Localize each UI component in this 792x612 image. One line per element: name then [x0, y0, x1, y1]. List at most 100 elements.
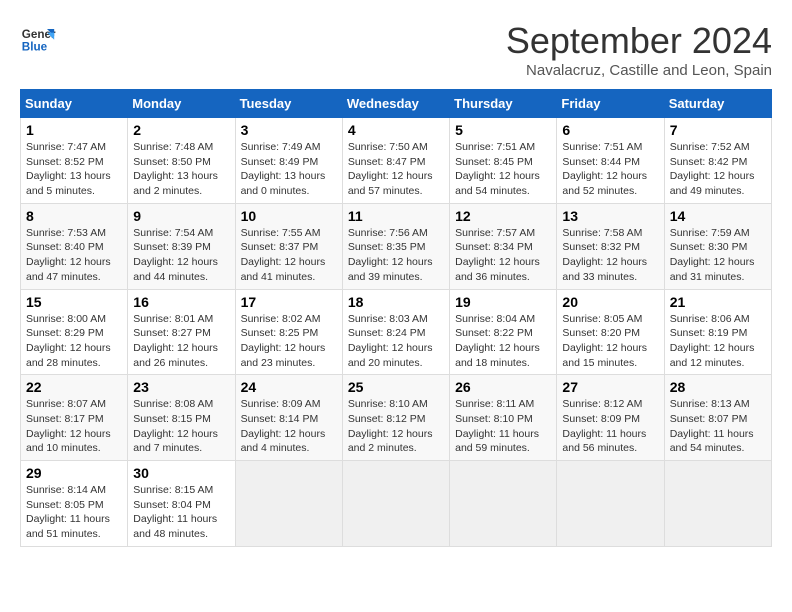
day-number: 5	[455, 122, 551, 138]
calendar-cell: 3 Sunrise: 7:49 AMSunset: 8:49 PMDayligh…	[235, 118, 342, 204]
header-cell-saturday: Saturday	[664, 90, 771, 118]
day-number: 26	[455, 379, 551, 395]
header: General Blue September 2024 Navalacruz, …	[20, 20, 772, 79]
calendar-cell	[450, 461, 557, 547]
day-number: 18	[348, 294, 444, 310]
header-cell-tuesday: Tuesday	[235, 90, 342, 118]
day-info: Sunrise: 7:48 AMSunset: 8:50 PMDaylight:…	[133, 141, 218, 197]
day-number: 1	[26, 122, 122, 138]
header-row: SundayMondayTuesdayWednesdayThursdayFrid…	[21, 90, 772, 118]
day-number: 21	[670, 294, 766, 310]
calendar-cell: 29 Sunrise: 8:14 AMSunset: 8:05 PMDaylig…	[21, 461, 128, 547]
calendar-cell: 2 Sunrise: 7:48 AMSunset: 8:50 PMDayligh…	[128, 118, 235, 204]
title-block: September 2024 Navalacruz, Castille and …	[506, 20, 772, 79]
subtitle: Navalacruz, Castille and Leon, Spain	[506, 62, 772, 79]
day-info: Sunrise: 8:11 AMSunset: 8:10 PMDaylight:…	[455, 398, 539, 454]
day-info: Sunrise: 7:56 AMSunset: 8:35 PMDaylight:…	[348, 227, 433, 283]
logo: General Blue	[20, 20, 56, 56]
day-number: 12	[455, 208, 551, 224]
calendar-week-4: 22 Sunrise: 8:07 AMSunset: 8:17 PMDaylig…	[21, 375, 772, 461]
day-info: Sunrise: 7:47 AMSunset: 8:52 PMDaylight:…	[26, 141, 111, 197]
calendar-week-5: 29 Sunrise: 8:14 AMSunset: 8:05 PMDaylig…	[21, 461, 772, 547]
day-number: 7	[670, 122, 766, 138]
calendar-cell: 1 Sunrise: 7:47 AMSunset: 8:52 PMDayligh…	[21, 118, 128, 204]
calendar-week-2: 8 Sunrise: 7:53 AMSunset: 8:40 PMDayligh…	[21, 203, 772, 289]
calendar-cell	[664, 461, 771, 547]
calendar-cell: 24 Sunrise: 8:09 AMSunset: 8:14 PMDaylig…	[235, 375, 342, 461]
calendar-cell: 6 Sunrise: 7:51 AMSunset: 8:44 PMDayligh…	[557, 118, 664, 204]
calendar-cell: 14 Sunrise: 7:59 AMSunset: 8:30 PMDaylig…	[664, 203, 771, 289]
day-number: 6	[562, 122, 658, 138]
day-info: Sunrise: 7:50 AMSunset: 8:47 PMDaylight:…	[348, 141, 433, 197]
calendar-cell: 15 Sunrise: 8:00 AMSunset: 8:29 PMDaylig…	[21, 289, 128, 375]
day-number: 23	[133, 379, 229, 395]
calendar-cell: 25 Sunrise: 8:10 AMSunset: 8:12 PMDaylig…	[342, 375, 449, 461]
day-info: Sunrise: 8:00 AMSunset: 8:29 PMDaylight:…	[26, 313, 111, 369]
header-cell-wednesday: Wednesday	[342, 90, 449, 118]
day-info: Sunrise: 8:06 AMSunset: 8:19 PMDaylight:…	[670, 313, 755, 369]
day-number: 29	[26, 465, 122, 481]
calendar-cell: 7 Sunrise: 7:52 AMSunset: 8:42 PMDayligh…	[664, 118, 771, 204]
calendar-cell: 18 Sunrise: 8:03 AMSunset: 8:24 PMDaylig…	[342, 289, 449, 375]
day-number: 4	[348, 122, 444, 138]
day-info: Sunrise: 8:14 AMSunset: 8:05 PMDaylight:…	[26, 484, 110, 540]
calendar-cell: 4 Sunrise: 7:50 AMSunset: 8:47 PMDayligh…	[342, 118, 449, 204]
day-info: Sunrise: 8:01 AMSunset: 8:27 PMDaylight:…	[133, 313, 218, 369]
day-number: 3	[241, 122, 337, 138]
day-info: Sunrise: 7:59 AMSunset: 8:30 PMDaylight:…	[670, 227, 755, 283]
calendar-cell: 22 Sunrise: 8:07 AMSunset: 8:17 PMDaylig…	[21, 375, 128, 461]
day-info: Sunrise: 7:55 AMSunset: 8:37 PMDaylight:…	[241, 227, 326, 283]
day-info: Sunrise: 8:08 AMSunset: 8:15 PMDaylight:…	[133, 398, 218, 454]
day-info: Sunrise: 7:58 AMSunset: 8:32 PMDaylight:…	[562, 227, 647, 283]
day-number: 14	[670, 208, 766, 224]
day-info: Sunrise: 7:57 AMSunset: 8:34 PMDaylight:…	[455, 227, 540, 283]
calendar-cell: 28 Sunrise: 8:13 AMSunset: 8:07 PMDaylig…	[664, 375, 771, 461]
day-info: Sunrise: 8:04 AMSunset: 8:22 PMDaylight:…	[455, 313, 540, 369]
day-number: 17	[241, 294, 337, 310]
calendar-cell: 27 Sunrise: 8:12 AMSunset: 8:09 PMDaylig…	[557, 375, 664, 461]
calendar-cell	[235, 461, 342, 547]
svg-text:Blue: Blue	[22, 41, 48, 54]
day-info: Sunrise: 8:02 AMSunset: 8:25 PMDaylight:…	[241, 313, 326, 369]
day-number: 8	[26, 208, 122, 224]
day-number: 25	[348, 379, 444, 395]
day-info: Sunrise: 8:12 AMSunset: 8:09 PMDaylight:…	[562, 398, 646, 454]
day-number: 24	[241, 379, 337, 395]
calendar-cell: 9 Sunrise: 7:54 AMSunset: 8:39 PMDayligh…	[128, 203, 235, 289]
calendar-cell: 26 Sunrise: 8:11 AMSunset: 8:10 PMDaylig…	[450, 375, 557, 461]
day-number: 13	[562, 208, 658, 224]
day-info: Sunrise: 8:03 AMSunset: 8:24 PMDaylight:…	[348, 313, 433, 369]
day-info: Sunrise: 8:07 AMSunset: 8:17 PMDaylight:…	[26, 398, 111, 454]
calendar-cell: 5 Sunrise: 7:51 AMSunset: 8:45 PMDayligh…	[450, 118, 557, 204]
calendar-cell: 19 Sunrise: 8:04 AMSunset: 8:22 PMDaylig…	[450, 289, 557, 375]
calendar-cell: 17 Sunrise: 8:02 AMSunset: 8:25 PMDaylig…	[235, 289, 342, 375]
header-cell-sunday: Sunday	[21, 90, 128, 118]
logo-icon: General Blue	[20, 20, 56, 56]
calendar-cell: 11 Sunrise: 7:56 AMSunset: 8:35 PMDaylig…	[342, 203, 449, 289]
calendar-cell: 13 Sunrise: 7:58 AMSunset: 8:32 PMDaylig…	[557, 203, 664, 289]
day-info: Sunrise: 7:49 AMSunset: 8:49 PMDaylight:…	[241, 141, 326, 197]
day-number: 16	[133, 294, 229, 310]
day-number: 27	[562, 379, 658, 395]
day-info: Sunrise: 8:15 AMSunset: 8:04 PMDaylight:…	[133, 484, 217, 540]
day-info: Sunrise: 8:09 AMSunset: 8:14 PMDaylight:…	[241, 398, 326, 454]
day-info: Sunrise: 8:13 AMSunset: 8:07 PMDaylight:…	[670, 398, 754, 454]
calendar-cell: 8 Sunrise: 7:53 AMSunset: 8:40 PMDayligh…	[21, 203, 128, 289]
day-number: 11	[348, 208, 444, 224]
day-number: 19	[455, 294, 551, 310]
calendar-cell: 16 Sunrise: 8:01 AMSunset: 8:27 PMDaylig…	[128, 289, 235, 375]
day-info: Sunrise: 7:51 AMSunset: 8:45 PMDaylight:…	[455, 141, 540, 197]
day-number: 2	[133, 122, 229, 138]
day-number: 9	[133, 208, 229, 224]
header-cell-thursday: Thursday	[450, 90, 557, 118]
calendar-table: SundayMondayTuesdayWednesdayThursdayFrid…	[20, 89, 772, 547]
calendar-cell: 12 Sunrise: 7:57 AMSunset: 8:34 PMDaylig…	[450, 203, 557, 289]
month-title: September 2024	[506, 20, 772, 62]
day-info: Sunrise: 8:05 AMSunset: 8:20 PMDaylight:…	[562, 313, 647, 369]
day-number: 28	[670, 379, 766, 395]
calendar-cell: 23 Sunrise: 8:08 AMSunset: 8:15 PMDaylig…	[128, 375, 235, 461]
day-number: 20	[562, 294, 658, 310]
header-cell-friday: Friday	[557, 90, 664, 118]
day-number: 30	[133, 465, 229, 481]
day-info: Sunrise: 8:10 AMSunset: 8:12 PMDaylight:…	[348, 398, 433, 454]
